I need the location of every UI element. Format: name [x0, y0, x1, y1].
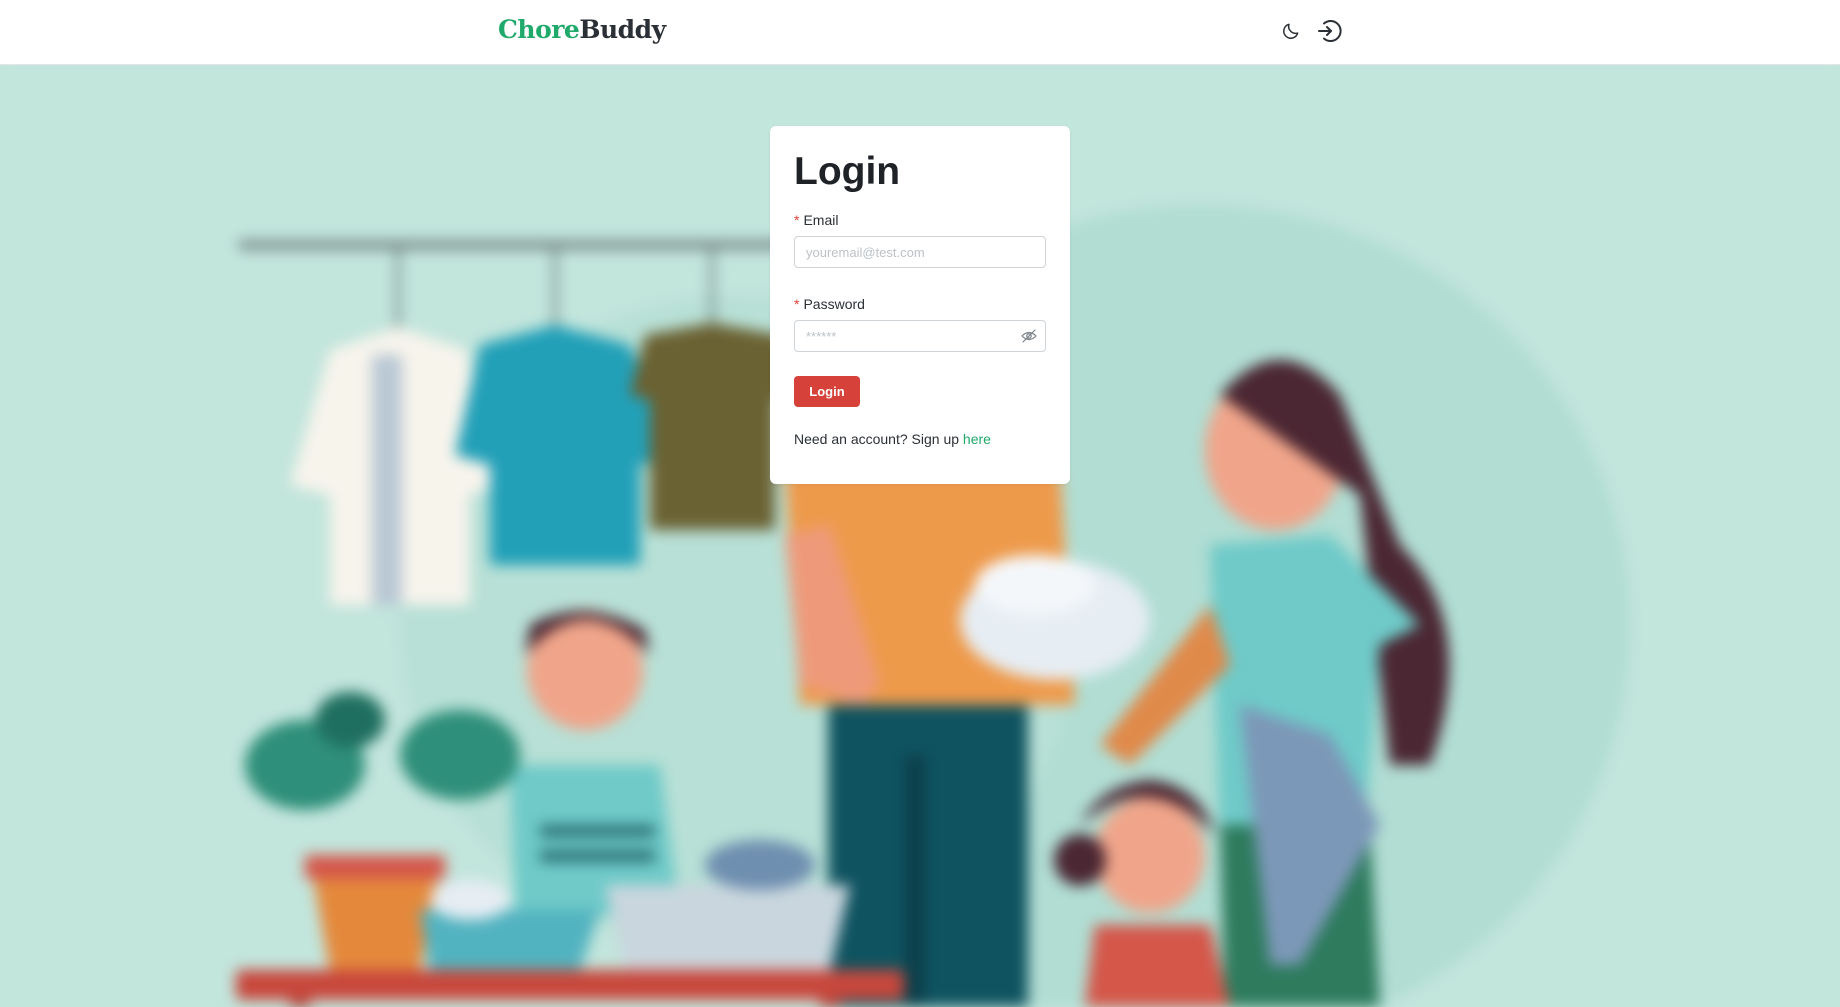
login-button[interactable]: Login [794, 376, 860, 407]
password-label-text: Password [803, 296, 865, 312]
required-mark: * [794, 296, 800, 312]
email-field-wrapper [794, 236, 1046, 268]
password-label: * Password [794, 294, 1046, 314]
top-navbar: ChoreBuddy [0, 0, 1840, 65]
email-label-text: Email [803, 212, 839, 228]
login-title: Login [794, 150, 901, 193]
logo-buddy-text: Buddy [579, 15, 666, 44]
email-field[interactable] [795, 237, 1027, 267]
signup-link[interactable]: here [963, 431, 991, 447]
login-card: Login *Email *Password Login Need an acc… [770, 126, 1070, 484]
login-nav-button[interactable] [1314, 15, 1346, 47]
logo-chore-text: Chore [498, 15, 580, 44]
app-logo[interactable]: ChoreBuddy [498, 14, 666, 46]
password-field-wrapper [794, 320, 1046, 352]
password-field[interactable] [795, 321, 1027, 351]
login-icon [1318, 20, 1342, 42]
theme-toggle-button[interactable] [1277, 17, 1305, 45]
required-mark: * [794, 212, 800, 228]
eye-off-icon[interactable] [1021, 329, 1037, 343]
signup-prompt: Need an account? Sign up here [794, 431, 1046, 447]
email-label: * Email [794, 210, 1046, 230]
signup-prompt-text: Need an account? Sign up [794, 431, 960, 447]
moon-icon [1283, 23, 1299, 39]
